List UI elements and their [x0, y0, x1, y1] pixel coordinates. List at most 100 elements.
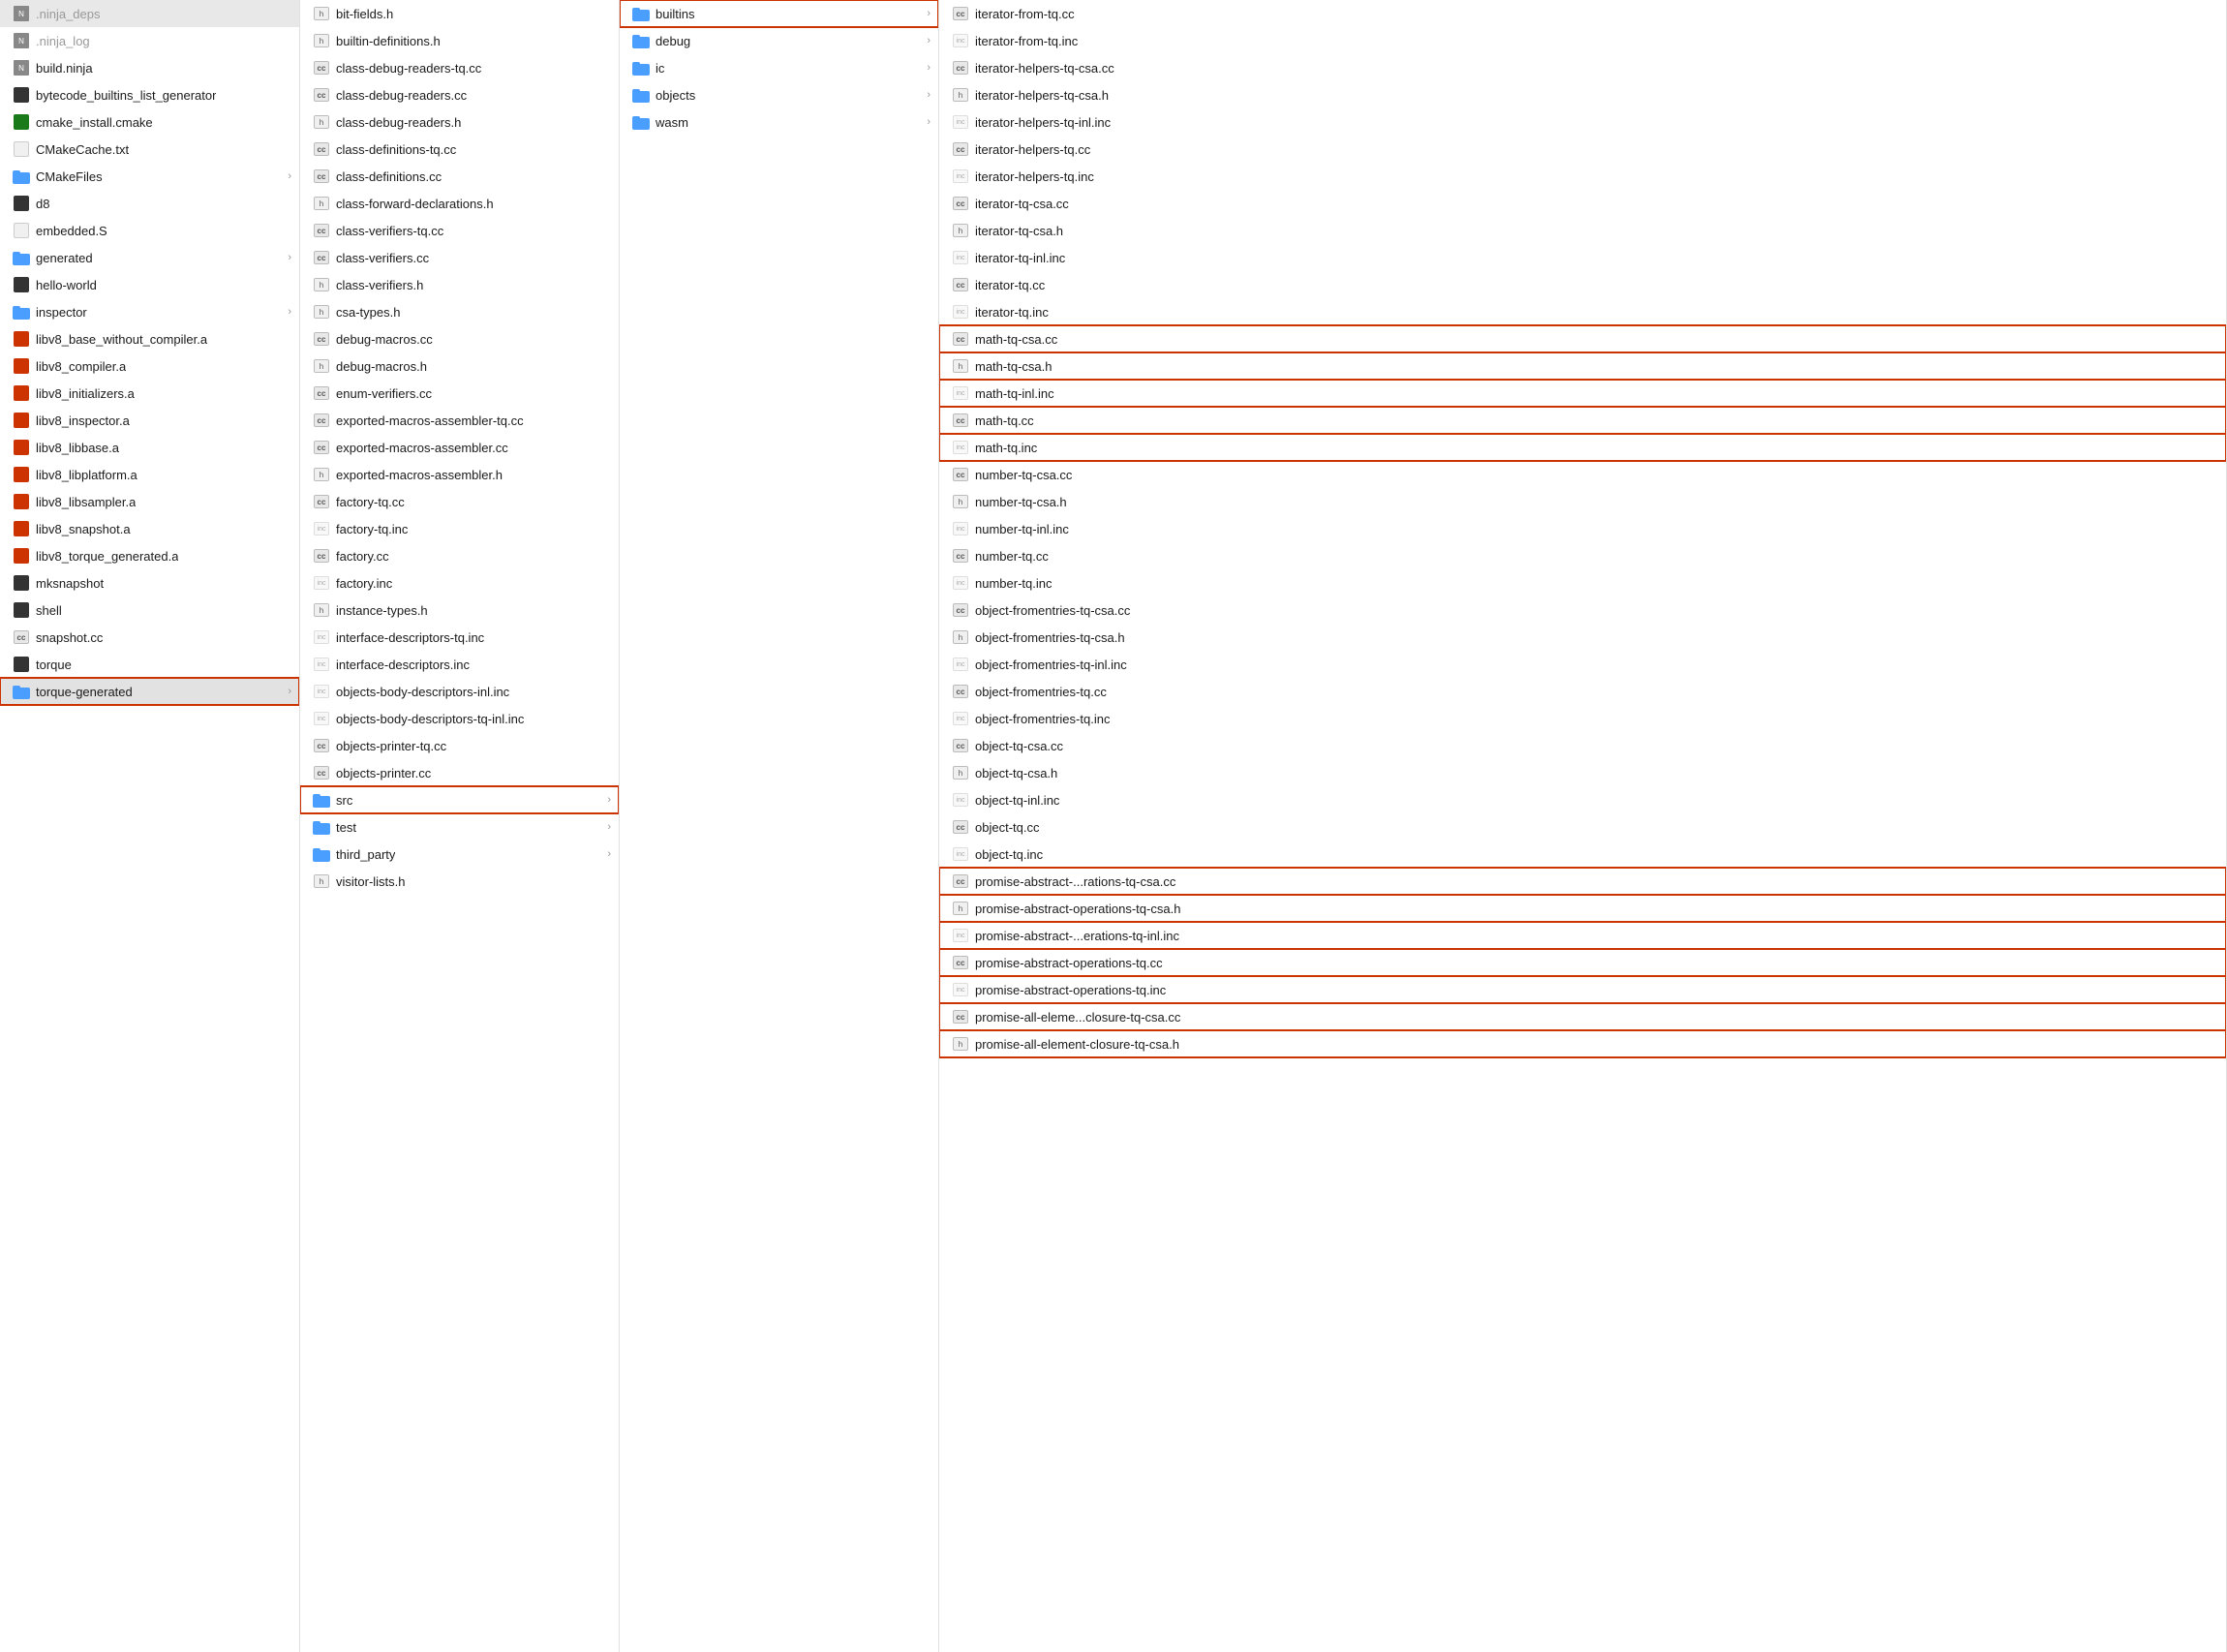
list-item[interactable]: incinterface-descriptors.inc — [300, 651, 619, 678]
list-item[interactable]: ccclass-definitions-tq.cc — [300, 136, 619, 163]
list-item[interactable]: d8 — [0, 190, 299, 217]
panel-2[interactable]: hbit-fields.hhbuiltin-definitions.hcccla… — [300, 0, 620, 1652]
list-item[interactable]: ccclass-debug-readers.cc — [300, 81, 619, 108]
list-item[interactable]: libv8_compiler.a — [0, 352, 299, 380]
list-item[interactable]: incobjects-body-descriptors-inl.inc — [300, 678, 619, 705]
list-item[interactable]: cciterator-from-tq.cc — [939, 0, 2226, 27]
list-item[interactable]: builtins› — [620, 0, 938, 27]
list-item[interactable]: ccobject-fromentries-tq.cc — [939, 678, 2226, 705]
list-item[interactable]: cmake_install.cmake — [0, 108, 299, 136]
list-item[interactable]: N.ninja_log — [0, 27, 299, 54]
list-item[interactable]: ccmath-tq-csa.cc — [939, 325, 2226, 352]
list-item[interactable]: ccexported-macros-assembler.cc — [300, 434, 619, 461]
list-item[interactable]: ccnumber-tq-csa.cc — [939, 461, 2226, 488]
list-item[interactable]: libv8_libsampler.a — [0, 488, 299, 515]
list-item[interactable]: incobject-fromentries-tq.inc — [939, 705, 2226, 732]
list-item[interactable]: ccpromise-abstract-...rations-tq-csa.cc — [939, 868, 2226, 895]
list-item[interactable]: ccobjects-printer.cc — [300, 759, 619, 786]
list-item[interactable]: libv8_torque_generated.a — [0, 542, 299, 569]
list-item[interactable]: hnumber-tq-csa.h — [939, 488, 2226, 515]
list-item[interactable]: ccobjects-printer-tq.cc — [300, 732, 619, 759]
list-item[interactable]: N.ninja_deps — [0, 0, 299, 27]
list-item[interactable]: Nbuild.ninja — [0, 54, 299, 81]
list-item[interactable]: CMakeFiles› — [0, 163, 299, 190]
list-item[interactable]: src› — [300, 786, 619, 813]
list-item[interactable]: ccdebug-macros.cc — [300, 325, 619, 352]
list-item[interactable]: hclass-debug-readers.h — [300, 108, 619, 136]
list-item[interactable]: ccclass-verifiers.cc — [300, 244, 619, 271]
list-item[interactable]: ic› — [620, 54, 938, 81]
list-item[interactable]: torque-generated› — [0, 678, 299, 705]
list-item[interactable]: incobjects-body-descriptors-tq-inl.inc — [300, 705, 619, 732]
list-item[interactable]: ccclass-debug-readers-tq.cc — [300, 54, 619, 81]
list-item[interactable]: hmath-tq-csa.h — [939, 352, 2226, 380]
list-item[interactable]: incmath-tq-inl.inc — [939, 380, 2226, 407]
list-item[interactable]: hbuiltin-definitions.h — [300, 27, 619, 54]
list-item[interactable]: hclass-forward-declarations.h — [300, 190, 619, 217]
list-item[interactable]: libv8_initializers.a — [0, 380, 299, 407]
list-item[interactable]: inciterator-helpers-tq.inc — [939, 163, 2226, 190]
list-item[interactable]: libv8_libplatform.a — [0, 461, 299, 488]
list-item[interactable]: ccsnapshot.cc — [0, 624, 299, 651]
list-item[interactable]: debug› — [620, 27, 938, 54]
list-item[interactable]: ccmath-tq.cc — [939, 407, 2226, 434]
list-item[interactable]: ccenum-verifiers.cc — [300, 380, 619, 407]
list-item[interactable]: mksnapshot — [0, 569, 299, 597]
list-item[interactable]: test› — [300, 813, 619, 841]
list-item[interactable]: CMakeCache.txt — [0, 136, 299, 163]
list-item[interactable]: wasm› — [620, 108, 938, 136]
list-item[interactable]: incnumber-tq.inc — [939, 569, 2226, 597]
list-item[interactable]: torque — [0, 651, 299, 678]
list-item[interactable]: incpromise-abstract-operations-tq.inc — [939, 976, 2226, 1003]
list-item[interactable]: hinstance-types.h — [300, 597, 619, 624]
list-item[interactable]: hiterator-tq-csa.h — [939, 217, 2226, 244]
list-item[interactable]: cciterator-tq.cc — [939, 271, 2226, 298]
list-item[interactable]: cciterator-helpers-tq-csa.cc — [939, 54, 2226, 81]
list-item[interactable]: incfactory-tq.inc — [300, 515, 619, 542]
list-item[interactable]: inspector› — [0, 298, 299, 325]
list-item[interactable]: ccobject-fromentries-tq-csa.cc — [939, 597, 2226, 624]
list-item[interactable]: shell — [0, 597, 299, 624]
list-item[interactable]: hpromise-all-element-closure-tq-csa.h — [939, 1030, 2226, 1057]
list-item[interactable]: third_party› — [300, 841, 619, 868]
list-item[interactable]: ccclass-definitions.cc — [300, 163, 619, 190]
list-item[interactable]: hexported-macros-assembler.h — [300, 461, 619, 488]
list-item[interactable]: incmath-tq.inc — [939, 434, 2226, 461]
list-item[interactable]: inciterator-from-tq.inc — [939, 27, 2226, 54]
list-item[interactable]: ccobject-tq-csa.cc — [939, 732, 2226, 759]
list-item[interactable]: generated› — [0, 244, 299, 271]
panel-1[interactable]: N.ninja_depsN.ninja_logNbuild.ninjabytec… — [0, 0, 300, 1652]
list-item[interactable]: ccpromise-abstract-operations-tq.cc — [939, 949, 2226, 976]
list-item[interactable]: bytecode_builtins_list_generator — [0, 81, 299, 108]
panel-4[interactable]: cciterator-from-tq.ccinciterator-from-tq… — [939, 0, 2227, 1652]
list-item[interactable]: inciterator-helpers-tq-inl.inc — [939, 108, 2226, 136]
list-item[interactable]: hdebug-macros.h — [300, 352, 619, 380]
list-item[interactable]: ccfactory.cc — [300, 542, 619, 569]
list-item[interactable]: inciterator-tq-inl.inc — [939, 244, 2226, 271]
list-item[interactable]: objects› — [620, 81, 938, 108]
list-item[interactable]: hpromise-abstract-operations-tq-csa.h — [939, 895, 2226, 922]
list-item[interactable]: inciterator-tq.inc — [939, 298, 2226, 325]
list-item[interactable]: hello-world — [0, 271, 299, 298]
list-item[interactable]: incinterface-descriptors-tq.inc — [300, 624, 619, 651]
list-item[interactable]: incobject-tq.inc — [939, 841, 2226, 868]
list-item[interactable]: ccnumber-tq.cc — [939, 542, 2226, 569]
list-item[interactable]: incobject-tq-inl.inc — [939, 786, 2226, 813]
list-item[interactable]: libv8_inspector.a — [0, 407, 299, 434]
list-item[interactable]: hclass-verifiers.h — [300, 271, 619, 298]
panel-3[interactable]: builtins› debug› ic› objects› wasm› — [620, 0, 939, 1652]
list-item[interactable]: cciterator-tq-csa.cc — [939, 190, 2226, 217]
list-item[interactable]: incfactory.inc — [300, 569, 619, 597]
list-item[interactable]: embedded.S — [0, 217, 299, 244]
list-item[interactable]: ccfactory-tq.cc — [300, 488, 619, 515]
list-item[interactable]: incobject-fromentries-tq-inl.inc — [939, 651, 2226, 678]
list-item[interactable]: libv8_base_without_compiler.a — [0, 325, 299, 352]
list-item[interactable]: libv8_libbase.a — [0, 434, 299, 461]
list-item[interactable]: hiterator-helpers-tq-csa.h — [939, 81, 2226, 108]
list-item[interactable]: hcsa-types.h — [300, 298, 619, 325]
list-item[interactable]: ccobject-tq.cc — [939, 813, 2226, 841]
list-item[interactable]: ccexported-macros-assembler-tq.cc — [300, 407, 619, 434]
list-item[interactable]: incnumber-tq-inl.inc — [939, 515, 2226, 542]
list-item[interactable]: cciterator-helpers-tq.cc — [939, 136, 2226, 163]
list-item[interactable]: incpromise-abstract-...erations-tq-inl.i… — [939, 922, 2226, 949]
